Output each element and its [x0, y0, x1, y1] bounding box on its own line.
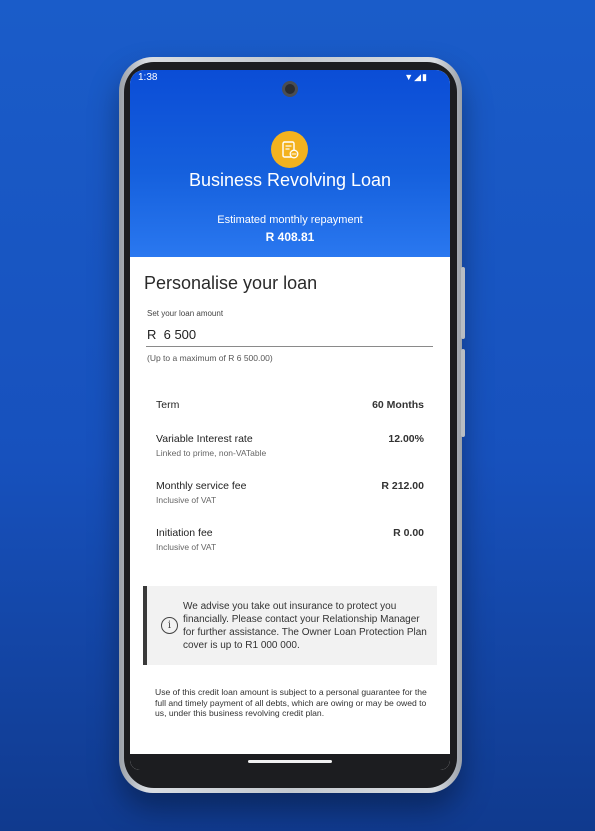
loan-amount-label: Set your loan amount: [147, 309, 224, 318]
service-fee-note: Inclusive of VAT: [156, 495, 217, 505]
term-value: 60 Months: [372, 399, 424, 411]
loan-form: Personalise your loan Set your loan amou…: [130, 257, 450, 770]
loan-amount-input[interactable]: [146, 323, 433, 347]
info-icon: i: [161, 617, 178, 634]
system-nav-bar: [130, 754, 450, 770]
disclaimer-text: Use of this credit loan amount is subjec…: [155, 687, 427, 718]
camera-cutout: [282, 81, 298, 97]
home-indicator[interactable]: [248, 760, 332, 763]
repayment-label: Estimated monthly repayment: [217, 214, 363, 226]
power-button: [461, 349, 465, 437]
initiation-fee-note: Inclusive of VAT: [156, 542, 217, 552]
repayment-amount: R 408.81: [265, 230, 315, 244]
status-time: 1:38: [138, 72, 158, 83]
loan-amount-hint: (Up to a maximum of R 6 500.00): [147, 353, 273, 363]
insurance-notice: i We advise you take out insurance to pr…: [143, 586, 437, 665]
insurance-notice-text: We advise you take out insurance to prot…: [183, 601, 427, 651]
interest-rate-row: Variable Interest rate Linked to prime, …: [156, 433, 424, 458]
volume-button: [461, 267, 465, 339]
service-fee-value: R 212.00: [381, 480, 424, 492]
status-icons: ▼◢▮: [404, 72, 428, 82]
app-screen: 1:38 ▼◢▮ Business Revolving Loan Estimat…: [130, 70, 450, 770]
interest-rate-value: 12.00%: [388, 433, 424, 445]
loan-header: 1:38 ▼◢▮ Business Revolving Loan Estimat…: [130, 70, 450, 257]
initiation-fee-label: Initiation fee: [156, 527, 213, 539]
page-title: Business Revolving Loan: [188, 170, 392, 190]
initiation-fee-value: R 0.00: [393, 527, 424, 539]
service-fee-row: Monthly service fee Inclusive of VAT R 2…: [156, 480, 424, 505]
initiation-fee-row: Initiation fee Inclusive of VAT R 0.00: [156, 527, 424, 552]
interest-rate-note: Linked to prime, non-VATable: [156, 448, 267, 458]
loan-document-coins-icon: [271, 131, 308, 168]
interest-rate-label: Variable Interest rate: [156, 433, 253, 445]
term-row: Term 60 Months: [156, 399, 424, 411]
section-title: Personalise your loan: [144, 273, 318, 293]
